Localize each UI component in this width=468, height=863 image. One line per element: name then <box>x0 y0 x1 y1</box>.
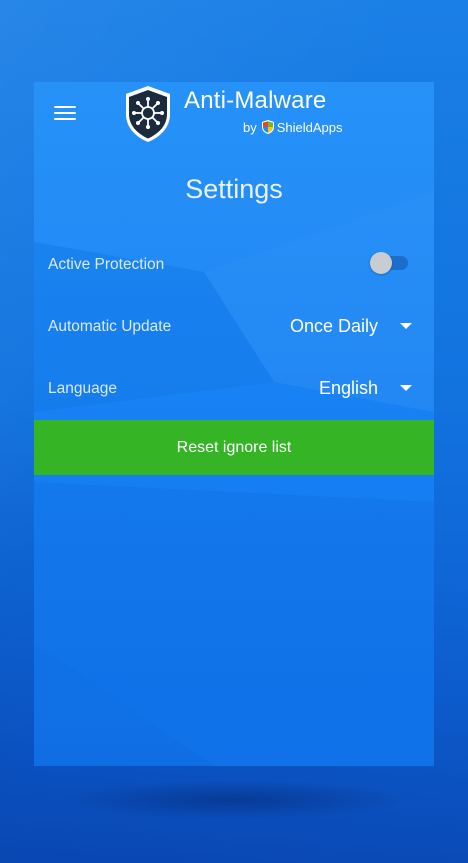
automatic-update-dropdown[interactable]: Once Daily <box>290 314 412 338</box>
language-dropdown[interactable]: English <box>319 376 412 400</box>
language-value: English <box>318 377 378 398</box>
app-title: Anti-Malware <box>184 87 327 114</box>
reset-ignore-list-button[interactable]: Reset ignore list <box>34 420 434 475</box>
device-shadow <box>60 780 408 820</box>
caret-down-icon <box>400 385 412 391</box>
by-label: by <box>243 119 257 135</box>
active-protection-label: Active Protection <box>48 256 165 273</box>
automatic-update-label: Automatic Update <box>48 318 172 335</box>
colored-shield-icon <box>261 120 274 134</box>
page-title: Settings <box>185 174 283 204</box>
language-label: Language <box>48 380 117 397</box>
menu-button[interactable] <box>52 102 78 124</box>
active-protection-toggle[interactable] <box>370 252 408 274</box>
virus-shield-logo-icon <box>126 86 170 142</box>
automatic-update-value: Once Daily <box>289 315 378 336</box>
toggle-knob <box>370 252 392 274</box>
vendor-name: ShieldApps <box>276 119 343 135</box>
caret-down-icon <box>400 323 412 329</box>
app-screen: Anti-Malware by ShieldApps Settings Acti… <box>34 82 434 766</box>
vendor-byline: by ShieldApps <box>243 119 343 135</box>
